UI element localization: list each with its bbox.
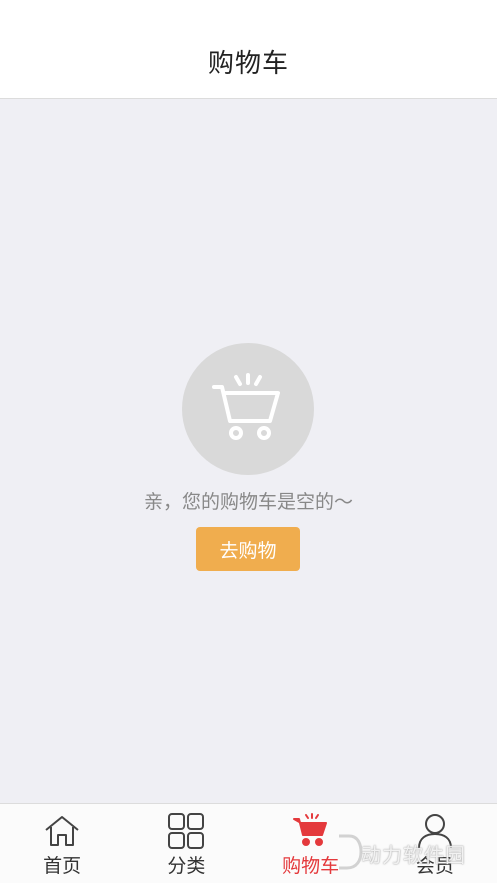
user-icon [415, 812, 455, 850]
tab-cart-label: 购物车 [282, 855, 340, 877]
cart-content: 亲，您的购物车是空的～ 去购物 [0, 99, 497, 803]
tab-cart[interactable]: 购物车 [249, 804, 373, 883]
tab-category-label: 分类 [167, 855, 206, 877]
home-icon [42, 812, 82, 850]
top-bar: 购物车 [0, 0, 497, 99]
page-title: 购物车 [207, 49, 289, 79]
tab-category[interactable]: 分类 [124, 804, 248, 883]
tab-member[interactable]: 会员 [373, 804, 497, 883]
tab-home[interactable]: 首页 [0, 804, 124, 883]
empty-cart-illustration [182, 343, 314, 475]
grid-icon [166, 812, 206, 850]
cart-icon [291, 812, 331, 850]
bottom-tab-bar: 首页 分类 购物车 会员 [0, 803, 497, 883]
go-shopping-button[interactable]: 去购物 [196, 527, 300, 571]
tab-home-label: 首页 [43, 855, 82, 877]
tab-member-label: 会员 [415, 855, 454, 877]
empty-cart-message: 亲，您的购物车是空的～ [143, 491, 353, 513]
shopping-cart-icon [212, 373, 280, 440]
